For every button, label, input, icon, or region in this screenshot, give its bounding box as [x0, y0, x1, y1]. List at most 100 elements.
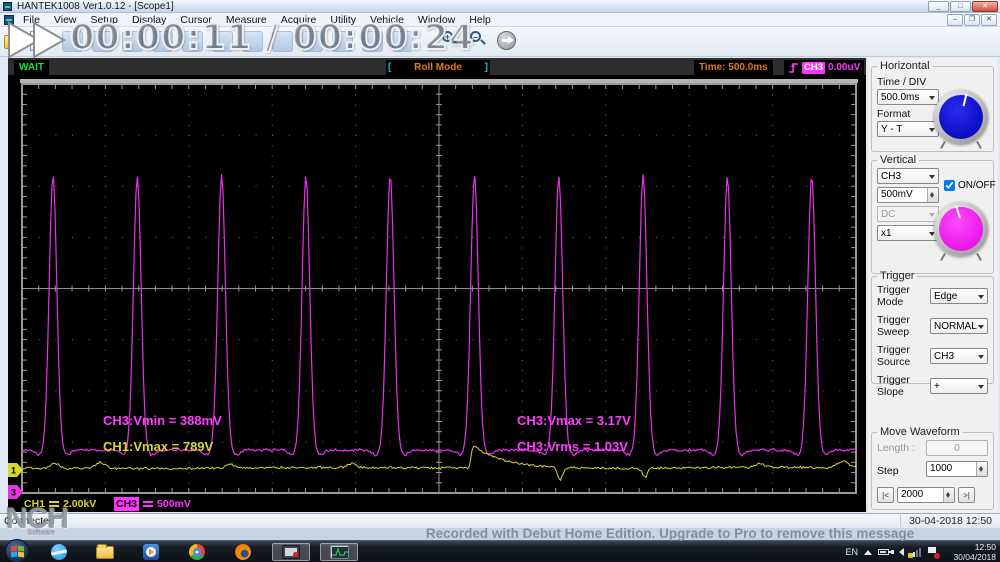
roll-mode-indicator: []Roll Mode: [386, 60, 490, 75]
format-select[interactable]: Y - T: [877, 121, 939, 137]
trigger-edge-icon: [788, 61, 799, 74]
move-waveform-group: Move Waveform Length : 0 Step 1000 |< 20…: [871, 426, 994, 510]
taskbar-media-player[interactable]: [136, 543, 166, 561]
time-div-label: Time / DIV: [877, 76, 988, 88]
trigger-level-value: 0.00uV: [828, 60, 860, 75]
maximize-button[interactable]: □: [950, 1, 971, 12]
vertical-knob[interactable]: [934, 202, 988, 256]
horizontal-knob[interactable]: [934, 90, 988, 144]
probe-select[interactable]: x1: [877, 225, 939, 241]
menu-help[interactable]: Help: [462, 13, 498, 27]
clock-date: 30/04/2018: [953, 552, 996, 562]
network-icon[interactable]: [910, 547, 922, 557]
connect-icon[interactable]: [497, 31, 516, 50]
spinner-up-icon[interactable]: [944, 488, 954, 495]
time-div-select[interactable]: 500.0ms: [877, 89, 939, 105]
step-spinner[interactable]: 1000: [926, 461, 988, 477]
open-file-icon[interactable]: [4, 31, 26, 51]
trigger-slope-select[interactable]: +: [930, 378, 988, 394]
menu-file[interactable]: File: [16, 13, 47, 27]
spinner-up-icon[interactable]: [977, 462, 987, 469]
go-first-button[interactable]: |<: [877, 487, 894, 503]
menu-vehicle[interactable]: Vehicle: [363, 13, 411, 27]
measurement-ch1-vmax: CH1:Vmax = 789V: [103, 439, 213, 454]
taskbar-internet-explorer[interactable]: [44, 543, 74, 561]
toolbar-icon[interactable]: [242, 31, 263, 52]
chevron-down-icon: [929, 213, 935, 220]
dc-coupling-icon: [143, 501, 153, 507]
language-indicator[interactable]: EN: [845, 547, 858, 557]
taskbar-firefox[interactable]: [228, 543, 258, 561]
toolbar-icon[interactable]: [62, 31, 83, 52]
menu-display[interactable]: Display: [125, 13, 173, 27]
channel-onoff-checkbox[interactable]: [944, 180, 955, 191]
taskbar-debut-recorder[interactable]: [272, 543, 310, 561]
menu-cursor[interactable]: Cursor: [173, 13, 219, 27]
menu-window[interactable]: Window: [411, 13, 462, 27]
toolbar-icon[interactable]: [332, 31, 353, 52]
acquisition-status: WAIT: [14, 60, 49, 75]
screen: HANTEK1008 Ver1.0.12 - [Scope1] _ □ ✕ Fi…: [0, 0, 1000, 562]
show-hidden-icons-icon[interactable]: [864, 546, 872, 555]
position-spinner[interactable]: 2000: [897, 487, 955, 503]
trigger-mode-select[interactable]: Edge: [930, 288, 988, 304]
spinner-down-icon[interactable]: [944, 495, 954, 502]
svg-text:3: 3: [11, 488, 16, 498]
control-panel: Horizontal Time / DIV 500.0ms Format Y -…: [868, 58, 998, 513]
toolbar-icon[interactable]: [272, 31, 293, 52]
menu-utility[interactable]: Utility: [323, 13, 363, 27]
chevron-down-icon: [929, 175, 935, 182]
chevron-down-icon: [978, 325, 984, 332]
taskbar-hantek-app[interactable]: [320, 543, 358, 561]
channel-select[interactable]: CH3: [877, 168, 939, 184]
trigger-source-badge: CH3: [802, 62, 825, 74]
battery-icon[interactable]: [878, 549, 889, 555]
mdi-minimize-button[interactable]: –: [947, 14, 963, 26]
nch-software-watermark: NCH Software: [6, 505, 68, 537]
trigger-group: Trigger Trigger Mode Edge Trigger Sweep …: [871, 270, 994, 384]
spinner-down-icon[interactable]: [977, 469, 987, 476]
title-bar[interactable]: HANTEK1008 Ver1.0.12 - [Scope1] _ □ ✕: [0, 0, 1000, 13]
taskbar-chrome[interactable]: [182, 543, 212, 561]
app-window: HANTEK1008 Ver1.0.12 - [Scope1] _ □ ✕ Fi…: [0, 0, 1000, 528]
go-last-button[interactable]: >|: [958, 487, 975, 503]
toolbar-icon[interactable]: [152, 31, 173, 52]
minimize-button[interactable]: _: [928, 1, 949, 12]
mdi-close-button[interactable]: ✕: [981, 14, 997, 26]
close-button[interactable]: ✕: [972, 1, 998, 12]
menu-measure[interactable]: Measure: [219, 13, 274, 27]
folder-icon: [96, 546, 114, 559]
menu-acquire[interactable]: Acquire: [274, 13, 324, 27]
toolbar-icon[interactable]: [122, 31, 143, 52]
trigger-mode-label: Trigger Mode: [877, 284, 930, 308]
toolbar-icon[interactable]: [212, 31, 233, 52]
trigger-sweep-select[interactable]: NORMAL: [930, 318, 988, 334]
zoom-in-icon[interactable]: +: [442, 31, 459, 48]
toolbar-icon[interactable]: [302, 31, 323, 52]
new-file-icon[interactable]: [30, 31, 46, 51]
zoom-out-icon[interactable]: –: [470, 31, 487, 48]
action-center-flag-icon[interactable]: [928, 547, 938, 558]
speaker-icon[interactable]: [895, 548, 904, 556]
app-icon: [3, 2, 12, 11]
volt-div-spinner[interactable]: 500mV: [877, 187, 939, 203]
menu-setup[interactable]: Setup: [84, 13, 125, 27]
taskbar: EN 12:50 30/04/2018: [0, 540, 1000, 562]
trigger-source-select[interactable]: CH3: [930, 348, 988, 364]
taskbar-clock[interactable]: 12:50 30/04/2018: [953, 542, 996, 562]
taskbar-explorer[interactable]: [90, 543, 120, 561]
step-label: Step: [877, 465, 926, 477]
measurement-ch3-vmax: CH3:Vmax = 3.17V: [517, 413, 631, 428]
coupling-select: DC: [877, 206, 939, 222]
menu-view[interactable]: View: [47, 13, 84, 27]
toolbar-icon[interactable]: [392, 31, 413, 52]
start-button[interactable]: [5, 539, 29, 562]
toolbar-icon[interactable]: [182, 31, 203, 52]
toolbar-icon[interactable]: [92, 31, 113, 52]
scope-document-icon: [4, 15, 14, 25]
spinner-down-icon[interactable]: [928, 195, 938, 202]
horizontal-group: Horizontal Time / DIV 500.0ms Format Y -…: [871, 60, 994, 152]
spinner-up-icon[interactable]: [928, 188, 938, 195]
toolbar-icon[interactable]: [362, 31, 383, 52]
mdi-restore-button[interactable]: ❐: [964, 14, 980, 26]
